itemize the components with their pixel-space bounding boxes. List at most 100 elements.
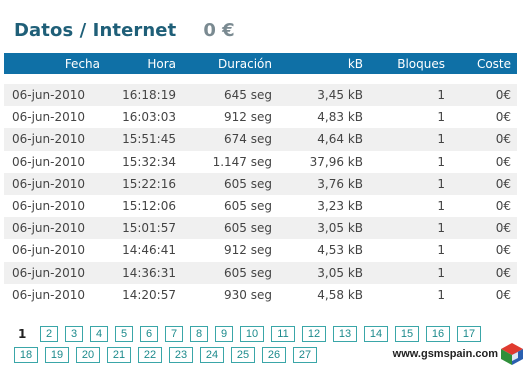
page-link-4[interactable]: 4 <box>90 325 108 342</box>
page-link-3[interactable]: 3 <box>65 325 83 342</box>
cell-bloques: 1 <box>437 154 445 169</box>
cell-kb: 3,05 kB <box>317 221 363 236</box>
cell-coste: 0€ <box>495 243 511 258</box>
cell-fecha: 06-jun-2010 <box>12 221 86 236</box>
cell-coste: 0€ <box>495 265 511 280</box>
cell-hora: 14:20:57 <box>122 287 176 302</box>
cell-bloques: 1 <box>437 88 445 103</box>
cell-fecha: 06-jun-2010 <box>12 132 86 147</box>
cell-duracion: 912 seg <box>224 110 272 125</box>
table-row: 06-jun-2010 14:36:31 605 seg 3,05 kB 1 0€ <box>4 261 517 284</box>
cell-duracion: 1.147 seg <box>212 154 272 169</box>
cell-coste: 0€ <box>495 110 511 125</box>
cell-hora: 15:22:16 <box>122 176 176 191</box>
page-link-20[interactable]: 20 <box>76 346 100 363</box>
cell-coste: 0€ <box>495 199 511 214</box>
cell-duracion: 912 seg <box>224 243 272 258</box>
table-row: 06-jun-2010 15:51:45 674 seg 4,64 kB 1 0€ <box>4 128 517 151</box>
header-spacer <box>4 74 517 84</box>
cell-hora: 15:12:06 <box>122 199 176 214</box>
page-link-21[interactable]: 21 <box>107 346 131 363</box>
calls-table: Fecha Hora Duración kB Bloques Coste 06-… <box>4 53 517 306</box>
cell-duracion: 605 seg <box>224 199 272 214</box>
cell-coste: 0€ <box>495 176 511 191</box>
cell-fecha: 06-jun-2010 <box>12 265 86 280</box>
page-link-26[interactable]: 26 <box>262 346 286 363</box>
cell-kb: 3,23 kB <box>317 199 363 214</box>
watermark-text: www.gsmspain.com <box>392 348 498 360</box>
page-link-13[interactable]: 13 <box>333 325 357 342</box>
gsmspain-logo-icon <box>501 343 523 365</box>
page-link-12[interactable]: 12 <box>302 325 326 342</box>
cell-bloques: 1 <box>437 110 445 125</box>
cell-kb: 3,76 kB <box>317 176 363 191</box>
total-amount: 0 € <box>203 20 235 41</box>
cell-duracion: 605 seg <box>224 221 272 236</box>
page-link-16[interactable]: 16 <box>426 325 450 342</box>
page-link-7[interactable]: 7 <box>165 325 183 342</box>
table-row: 06-jun-2010 14:46:41 912 seg 4,53 kB 1 0€ <box>4 239 517 262</box>
table-row: 06-jun-2010 15:22:16 605 seg 3,76 kB 1 0€ <box>4 172 517 195</box>
cell-kb: 4,83 kB <box>317 110 363 125</box>
section-header: Datos / Internet 0 € <box>14 20 235 46</box>
page-link-15[interactable]: 15 <box>395 325 419 342</box>
cell-bloques: 1 <box>437 265 445 280</box>
cell-coste: 0€ <box>495 221 511 236</box>
page-link-27[interactable]: 27 <box>293 346 317 363</box>
page-link-11[interactable]: 11 <box>271 325 295 342</box>
col-coste[interactable]: Coste <box>445 57 517 71</box>
watermark: www.gsmspain.com <box>393 342 524 366</box>
cell-hora: 15:32:34 <box>122 154 176 169</box>
cell-fecha: 06-jun-2010 <box>12 154 86 169</box>
page-link-14[interactable]: 14 <box>364 325 388 342</box>
cell-hora: 15:01:57 <box>122 221 176 236</box>
table-row: 06-jun-2010 16:03:03 912 seg 4,83 kB 1 0€ <box>4 106 517 129</box>
page-link-19[interactable]: 19 <box>45 346 69 363</box>
page-link-25[interactable]: 25 <box>231 346 255 363</box>
cell-duracion: 645 seg <box>224 88 272 103</box>
col-kb[interactable]: kB <box>272 57 363 71</box>
cell-duracion: 605 seg <box>224 176 272 191</box>
cell-bloques: 1 <box>437 176 445 191</box>
cell-hora: 16:18:19 <box>122 88 176 103</box>
table-header: Fecha Hora Duración kB Bloques Coste <box>4 53 517 74</box>
table-row: 06-jun-2010 15:01:57 605 seg 3,05 kB 1 0€ <box>4 217 517 240</box>
cell-hora: 16:03:03 <box>122 110 176 125</box>
cell-hora: 14:36:31 <box>122 265 176 280</box>
cell-fecha: 06-jun-2010 <box>12 287 86 302</box>
col-fecha[interactable]: Fecha <box>4 57 104 71</box>
page-link-9[interactable]: 9 <box>215 325 233 342</box>
cell-hora: 14:46:41 <box>122 243 176 258</box>
cell-fecha: 06-jun-2010 <box>12 176 86 191</box>
cell-fecha: 06-jun-2010 <box>12 243 86 258</box>
cell-hora: 15:51:45 <box>122 132 176 147</box>
col-duracion[interactable]: Duración <box>176 57 272 71</box>
cell-duracion: 605 seg <box>224 265 272 280</box>
table-row: 06-jun-2010 15:12:06 605 seg 3,23 kB 1 0€ <box>4 194 517 218</box>
cell-bloques: 1 <box>437 287 445 302</box>
page-link-5[interactable]: 5 <box>115 325 133 342</box>
page-link-17[interactable]: 17 <box>457 325 481 342</box>
page-link-8[interactable]: 8 <box>190 325 208 342</box>
page-link-2[interactable]: 2 <box>40 325 58 342</box>
cell-coste: 0€ <box>495 132 511 147</box>
page-link-22[interactable]: 22 <box>138 346 162 363</box>
cell-fecha: 06-jun-2010 <box>12 199 86 214</box>
page-link-24[interactable]: 24 <box>200 346 224 363</box>
page-link-23[interactable]: 23 <box>169 346 193 363</box>
table-row: 06-jun-2010 16:18:19 645 seg 3,45 kB 1 0€ <box>4 84 517 107</box>
cell-kb: 3,45 kB <box>317 88 363 103</box>
cell-kb: 4,64 kB <box>317 132 363 147</box>
col-bloques[interactable]: Bloques <box>363 57 445 71</box>
col-hora[interactable]: Hora <box>104 57 176 71</box>
page-title: Datos / Internet <box>14 20 177 41</box>
page-link-18[interactable]: 18 <box>14 346 38 363</box>
table-row: 06-jun-2010 15:32:34 1.147 seg 37,96 kB 1 0€ <box>4 150 517 173</box>
cell-bloques: 1 <box>437 243 445 258</box>
cell-fecha: 06-jun-2010 <box>12 88 86 103</box>
page-link-10[interactable]: 10 <box>240 325 264 342</box>
table-body: 06-jun-2010 16:18:19 645 seg 3,45 kB 1 0€ 06-j… <box>4 84 517 306</box>
cell-coste: 0€ <box>495 154 511 169</box>
page-link-6[interactable]: 6 <box>140 325 158 342</box>
cell-coste: 0€ <box>495 287 511 302</box>
